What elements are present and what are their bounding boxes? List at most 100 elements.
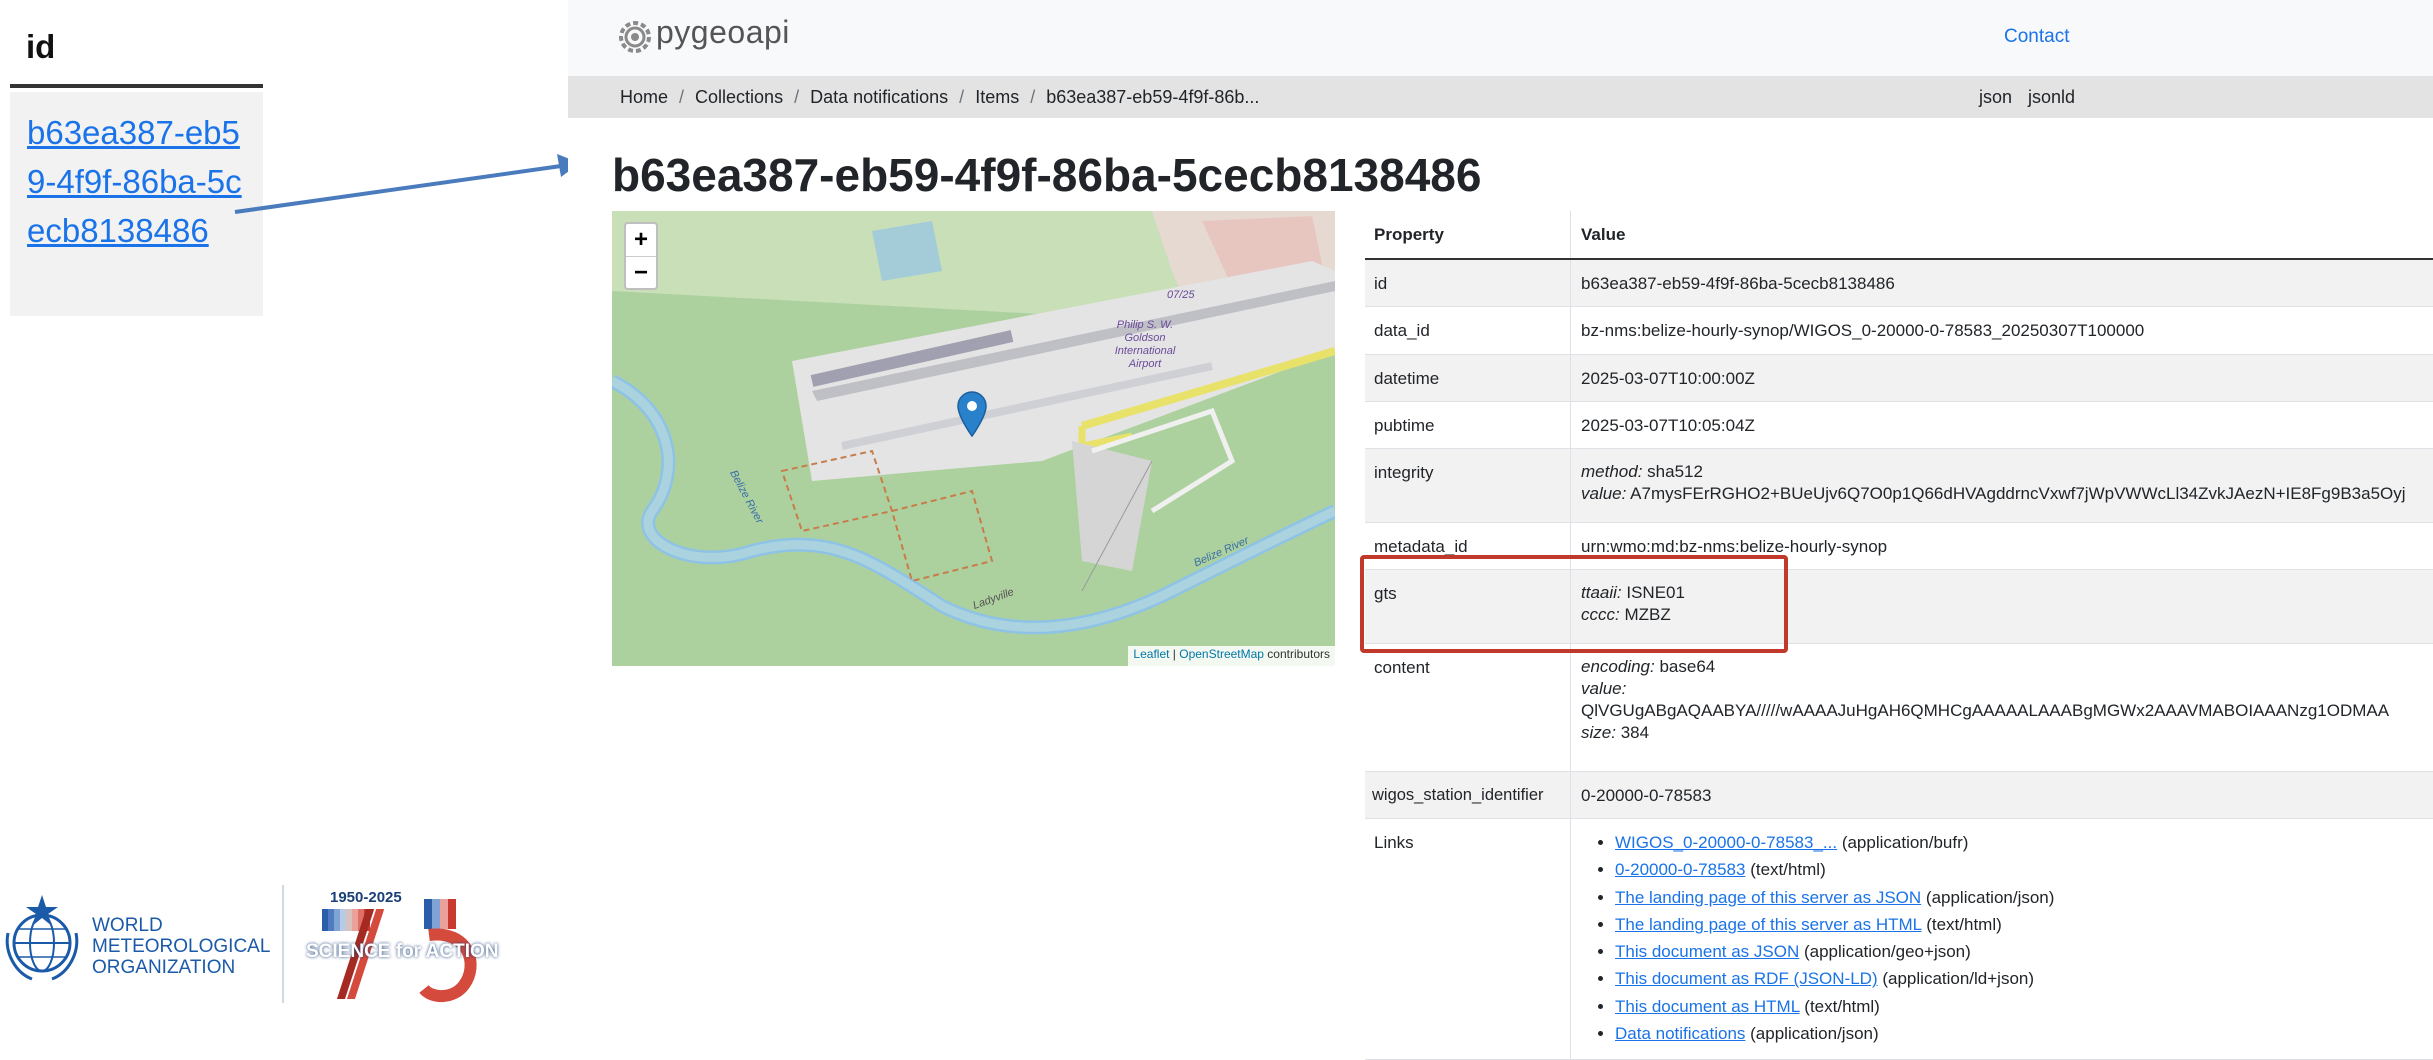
property-value: 0-20000-0-78583: [1581, 786, 1712, 805]
breadcrumb-home[interactable]: Home: [620, 87, 668, 107]
annotation-arrow: [234, 154, 580, 214]
openstreetmap-link[interactable]: OpenStreetMap: [1179, 647, 1264, 661]
map-tiles: [612, 211, 1335, 666]
list-item: This document as HTML (text/html): [1615, 993, 2433, 1020]
wmo-line-1: WORLD: [92, 915, 163, 936]
hash-value: A7mysFErRGHO2+BUeUjv6Q7O0p1Q66dHVAgddrnc…: [1630, 484, 2406, 503]
list-item: Data notifications (application/json): [1615, 1020, 2433, 1047]
breadcrumb: Home / Collections / Data notifications / Item…: [568, 76, 2433, 118]
link-type: (application/bufr): [1841, 833, 1969, 852]
property-value: b63ea387-eb59-4f9f-86ba-5cecb8138486: [1581, 274, 1895, 293]
link-doc-json[interactable]: This document as JSON: [1615, 942, 1799, 961]
link-doc-rdf[interactable]: This document as RDF (JSON-LD): [1615, 969, 1878, 988]
list-item: The landing page of this server as JSON …: [1615, 884, 2433, 911]
leaflet-link[interactable]: Leaflet: [1133, 647, 1169, 661]
link-landing-json[interactable]: The landing page of this server as JSON: [1615, 888, 1921, 907]
link-bufr[interactable]: WIGOS_0-20000-0-78583_...: [1615, 833, 1837, 852]
wmo-slogan: SCIENCE for ACTION: [306, 941, 499, 962]
zoom-in-button[interactable]: +: [626, 224, 656, 257]
jsonld-format-link[interactable]: jsonld: [2028, 87, 2075, 107]
link-type: (application/json): [1750, 1024, 1879, 1044]
item-id-link[interactable]: b63ea387-eb59-4f9f-86ba-5cecb8138486: [27, 108, 252, 255]
wmo-line-3: ORGANIZATION: [92, 957, 236, 978]
value-column-header: Value: [1581, 225, 1626, 244]
wmo-line-2: METEOROLOGICAL: [92, 936, 271, 957]
property-name: wigos_station_identifier: [1365, 772, 1571, 818]
property-name: datetime: [1365, 355, 1571, 401]
pygeoapi-logo-text[interactable]: pygeoapi: [656, 14, 790, 51]
link-type: (application/ld+json): [1882, 969, 2035, 989]
table-row: datetime 2025-03-07T10:00:00Z: [1365, 355, 2433, 402]
breadcrumb-separator: /: [679, 87, 685, 107]
table-row: data_id bz-nms:belize-hourly-synop/WIGOS…: [1365, 307, 2433, 355]
breadcrumb-separator: /: [794, 87, 800, 107]
property-name: pubtime: [1365, 402, 1571, 448]
navbar: pygeoapi Contact: [568, 0, 2433, 76]
property-value: WIGOS_0-20000-0-78583_... (application/b…: [1571, 819, 2433, 1047]
contact-link[interactable]: Contact: [2004, 26, 2069, 48]
property-value: 2025-03-07T10:00:00Z: [1581, 369, 1755, 388]
property-name: content: [1365, 644, 1571, 771]
link-type: (text/html): [1750, 860, 1826, 880]
map-marker-icon[interactable]: [957, 391, 987, 437]
map-attribution: Leaflet | OpenStreetMap contributors: [1128, 646, 1335, 666]
list-item: 0-20000-0-78583 (text/html): [1615, 856, 2433, 883]
list-item: The landing page of this server as HTML …: [1615, 911, 2433, 938]
wmo-emblem-icon: [5, 895, 79, 981]
list-item: This document as JSON (application/geo+j…: [1615, 938, 2433, 965]
method-label: method:: [1581, 462, 1643, 481]
pygeoapi-page: pygeoapi Contact Home / Collections / Data n…: [568, 0, 2433, 1060]
table-row: pubtime 2025-03-07T10:05:04Z: [1365, 402, 2433, 449]
property-name: Links: [1365, 819, 1571, 1059]
pygeoapi-gear-icon[interactable]: [612, 14, 658, 60]
gts-highlight-box: [1360, 555, 1788, 653]
map-label-runway: 07/25: [1167, 289, 1195, 301]
link-data-notifications[interactable]: Data notifications: [1615, 1024, 1745, 1043]
page-title: b63ea387-eb59-4f9f-86ba-5cecb8138486: [612, 149, 1482, 201]
property-value: method: sha512 value: A7mysFErRGHO2+BUeU…: [1571, 449, 2433, 507]
map-zoom-control: + −: [624, 222, 658, 290]
breadcrumb-items[interactable]: Items: [975, 87, 1019, 107]
link-type: (application/geo+json): [1803, 942, 1971, 962]
link-type: (text/html): [1804, 996, 1880, 1016]
breadcrumb-collections[interactable]: Collections: [695, 87, 783, 107]
table-row: integrity method: sha512 value: A7mysFEr…: [1365, 449, 2433, 523]
attribution-separator: |: [1169, 647, 1180, 661]
breadcrumb-data-notifications[interactable]: Data notifications: [810, 87, 948, 107]
table-row: wigos_station_identifier 0-20000-0-78583: [1365, 772, 2433, 819]
property-value: encoding: base64 value: QlVGUgABgAQAABYA…: [1571, 644, 2433, 746]
wmo-years: 1950-2025: [330, 889, 402, 906]
property-value: 2025-03-07T10:05:04Z: [1581, 416, 1755, 435]
property-value: bz-nms:belize-hourly-synop/WIGOS_0-20000…: [1581, 321, 2145, 340]
table-header-row: Property Value: [1365, 211, 2433, 260]
wmo-divider: [282, 885, 284, 1003]
link-type: (text/html): [1926, 914, 2002, 934]
json-format-link[interactable]: json: [1979, 87, 2012, 107]
link-landing-html[interactable]: The landing page of this server as HTML: [1615, 915, 1921, 934]
list-item: WIGOS_0-20000-0-78583_... (application/b…: [1615, 829, 2433, 856]
table-row: content encoding: base64 value: QlVGUgAB…: [1365, 644, 2433, 772]
zoom-out-button[interactable]: −: [626, 257, 656, 289]
wmo-name: WORLD METEOROLOGICAL ORGANIZATION: [92, 915, 270, 978]
table-row: Links WIGOS_0-20000-0-78583_... (applica…: [1365, 819, 2433, 1060]
encoding-value: base64: [1659, 657, 1716, 676]
property-name: integrity: [1365, 449, 1571, 522]
id-header-text: id: [26, 28, 56, 65]
content-value-label: value:: [1581, 679, 1627, 698]
item-map[interactable]: 07/25 Philip S. W. Goldson International…: [612, 211, 1335, 666]
map-label-airport: Philip S. W. Goldson International Airpo…: [1114, 319, 1176, 370]
property-name: id: [1365, 260, 1571, 306]
encoding-label: encoding:: [1581, 657, 1655, 676]
link-doc-html[interactable]: This document as HTML: [1615, 997, 1800, 1016]
property-column-header: Property: [1365, 211, 1571, 258]
wmo-logo: WORLD METEOROLOGICAL ORGANIZATION 1950-2…: [0, 885, 520, 1015]
link-type: (application/json): [1925, 887, 2055, 907]
table-row: id b63ea387-eb59-4f9f-86ba-5cecb8138486: [1365, 260, 2433, 307]
link-station[interactable]: 0-20000-0-78583: [1615, 860, 1745, 879]
breadcrumb-separator: /: [959, 87, 965, 107]
id-column-header: id: [10, 4, 263, 88]
breadcrumb-separator: /: [1030, 87, 1036, 107]
size-value: 384: [1620, 723, 1650, 742]
attribution-suffix: contributors: [1263, 647, 1330, 661]
list-item: This document as RDF (JSON-LD) (applicat…: [1615, 965, 2433, 992]
